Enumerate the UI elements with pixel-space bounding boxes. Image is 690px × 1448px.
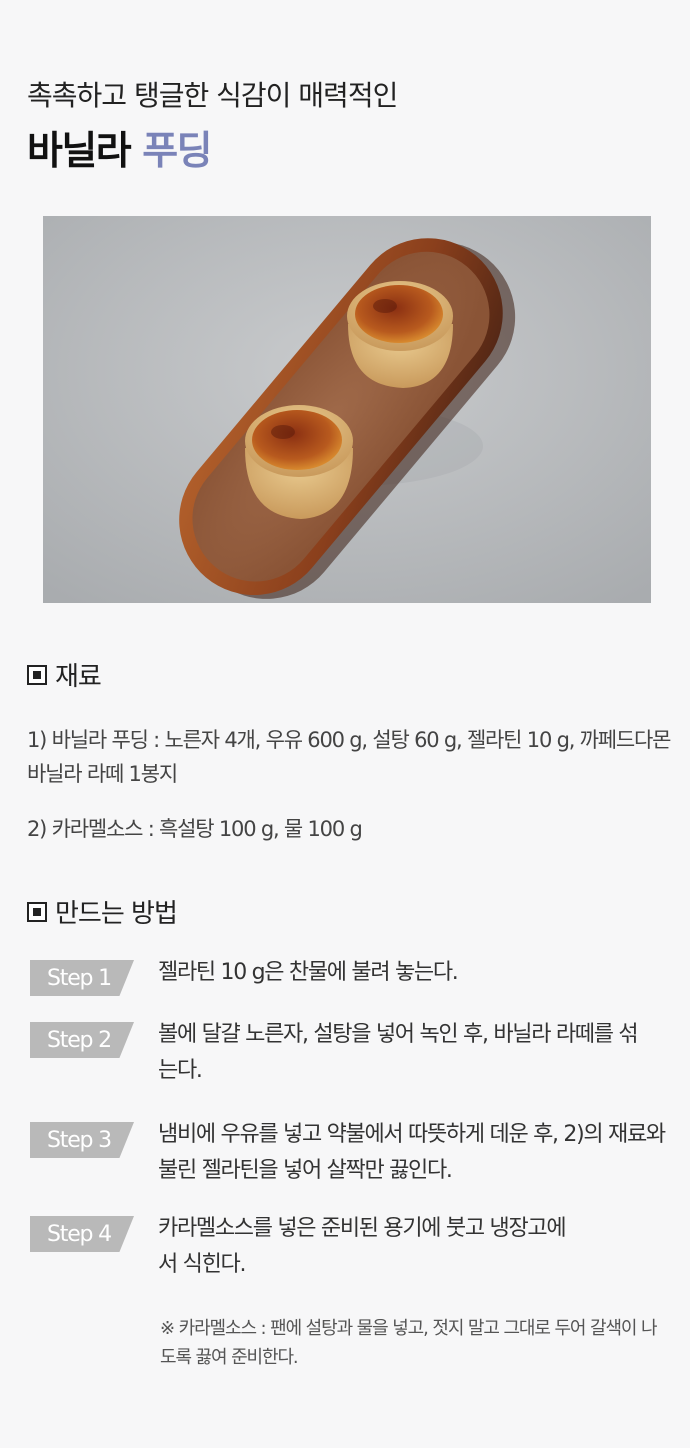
square-bullet-icon — [27, 901, 47, 922]
step-text-1: 젤라틴 10 g은 찬물에 불려 놓는다. — [158, 960, 459, 985]
step-badge-1: Step 1 — [30, 960, 134, 996]
title-main: 바닐라 — [27, 129, 132, 174]
page-subtitle: 촉촉하고 탱글한 식감이 매력적인 — [27, 79, 398, 112]
method-heading-label: 만드는 방법 — [55, 899, 178, 929]
square-bullet-icon — [27, 664, 47, 685]
method-heading: 만드는 방법 — [27, 893, 178, 930]
step-text-2: 볼에 달걀 노른자, 설탕을 넣어 녹인 후, 바닐라 라떼를 섞는다. — [158, 1022, 639, 1083]
pudding-photo — [43, 216, 651, 603]
caramel-note: ※ 카라멜소스 : 팬에 설탕과 물을 넣고, 젓지 말고 그대로 두어 갈색이… — [160, 1318, 658, 1368]
ingredients-heading: 재료 — [27, 656, 102, 693]
step-text-3: 냄비에 우유를 넣고 약불에서 따뜻하게 데운 후, 2)의 재료와 불린 젤라… — [158, 1122, 666, 1183]
step-badge-2: Step 2 — [30, 1022, 134, 1058]
step-text-4: 카라멜소스를 넣은 준비된 용기에 붓고 냉장고에서 식힌다. — [158, 1216, 567, 1277]
ingredient-item-1: 1) 바닐라 푸딩 : 노른자 4개, 우유 600 g, 설탕 60 g, 젤… — [27, 728, 671, 786]
page-title: 바닐라 푸딩 — [27, 120, 212, 176]
ingredients-heading-label: 재료 — [55, 662, 102, 692]
step-badge-3: Step 3 — [30, 1122, 134, 1158]
title-accent: 푸딩 — [142, 129, 212, 174]
step-badge-4: Step 4 — [30, 1216, 134, 1252]
ingredient-item-2: 2) 카라멜소스 : 흑설탕 100 g, 물 100 g — [27, 817, 363, 841]
